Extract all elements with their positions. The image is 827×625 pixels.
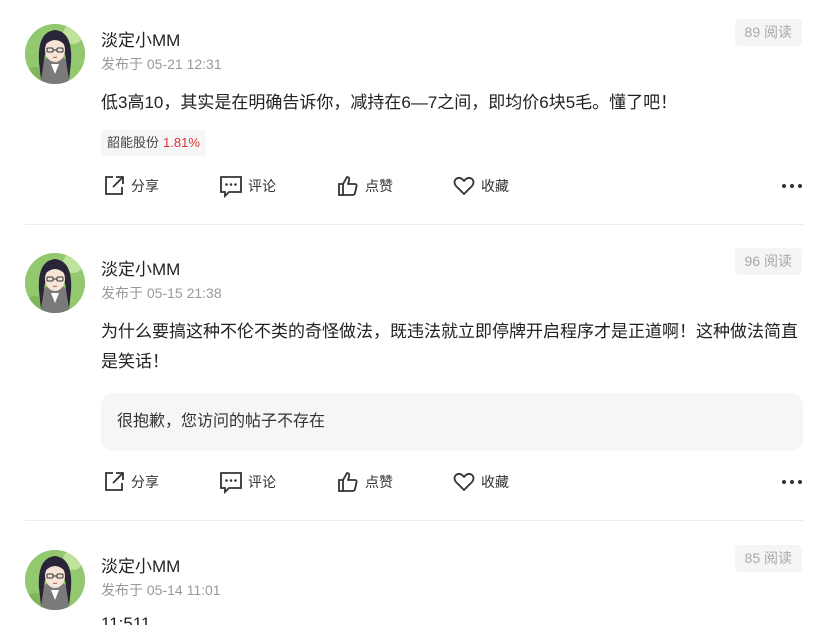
stock-change: 1.81% [163,135,200,150]
more-dots-icon [782,184,802,188]
share-button[interactable]: 分享 [102,467,159,497]
like-button[interactable]: 点赞 [336,171,393,201]
favorite-button[interactable]: 收藏 [452,171,509,201]
author-name[interactable]: 淡定小MM [101,552,180,577]
post-content-truncated[interactable]: 11:511 [101,614,150,625]
post-date: 发布于 05-14 11:01 [101,582,221,598]
share-icon [105,472,124,491]
author-name[interactable]: 淡定小MM [101,255,180,280]
heart-icon [453,472,475,491]
like-label: 点赞 [365,474,393,490]
avatar-illustration [25,550,85,610]
author-avatar[interactable] [25,550,85,610]
thumbs-up-icon [338,176,358,196]
avatar-illustration [25,253,85,313]
read-count-badge: 96 阅读 [734,248,802,275]
more-dots-icon [782,480,802,484]
like-button[interactable]: 点赞 [336,467,393,497]
share-icon [105,176,124,195]
post-date: 发布于 05-15 21:38 [101,285,222,301]
comment-label: 评论 [248,178,276,194]
comment-label: 评论 [248,474,276,490]
avatar-illustration [25,24,85,84]
quoted-post-box[interactable]: 很抱歉，您访问的帖子不存在 [101,393,803,451]
author-avatar[interactable] [25,253,85,313]
author-name[interactable]: 淡定小MM [101,26,180,51]
author-avatar[interactable] [25,24,85,84]
like-label: 点赞 [365,178,393,194]
stock-tag[interactable]: 韶能股份 1.81% [101,130,206,156]
favorite-label: 收藏 [481,474,509,490]
more-button[interactable] [780,171,804,201]
share-label: 分享 [131,474,159,490]
favorite-button[interactable]: 收藏 [452,467,509,497]
share-label: 分享 [131,178,159,194]
heart-icon [453,176,475,195]
comment-icon [220,176,242,198]
post-date: 发布于 05-21 12:31 [101,56,222,72]
more-button[interactable] [780,467,804,497]
action-bar: 分享 评论 点赞 收藏 [0,171,827,201]
share-button[interactable]: 分享 [102,171,159,201]
post-divider [25,520,803,521]
stock-name: 韶能股份 [107,135,160,150]
post-feed: 淡定小MM 发布于 05-21 12:31 89 阅读 低3高10，其实是在明确… [0,0,827,625]
post-content[interactable]: 低3高10，其实是在明确告诉你，减持在6—7之间，即均价6块5毛。懂了吧！ [101,88,806,118]
favorite-label: 收藏 [481,178,509,194]
comment-button[interactable]: 评论 [219,171,276,201]
read-count-badge: 89 阅读 [734,19,802,46]
thumbs-up-icon [338,472,358,492]
comment-icon [220,472,242,494]
read-count-badge: 85 阅读 [734,545,802,572]
post-divider [25,224,803,225]
action-bar: 分享 评论 点赞 收藏 [0,467,827,497]
post-content[interactable]: 为什么要搞这种不伦不类的奇怪做法，既违法就立即停牌开启程序才是正道啊！这种做法简… [101,317,806,377]
comment-button[interactable]: 评论 [219,467,276,497]
